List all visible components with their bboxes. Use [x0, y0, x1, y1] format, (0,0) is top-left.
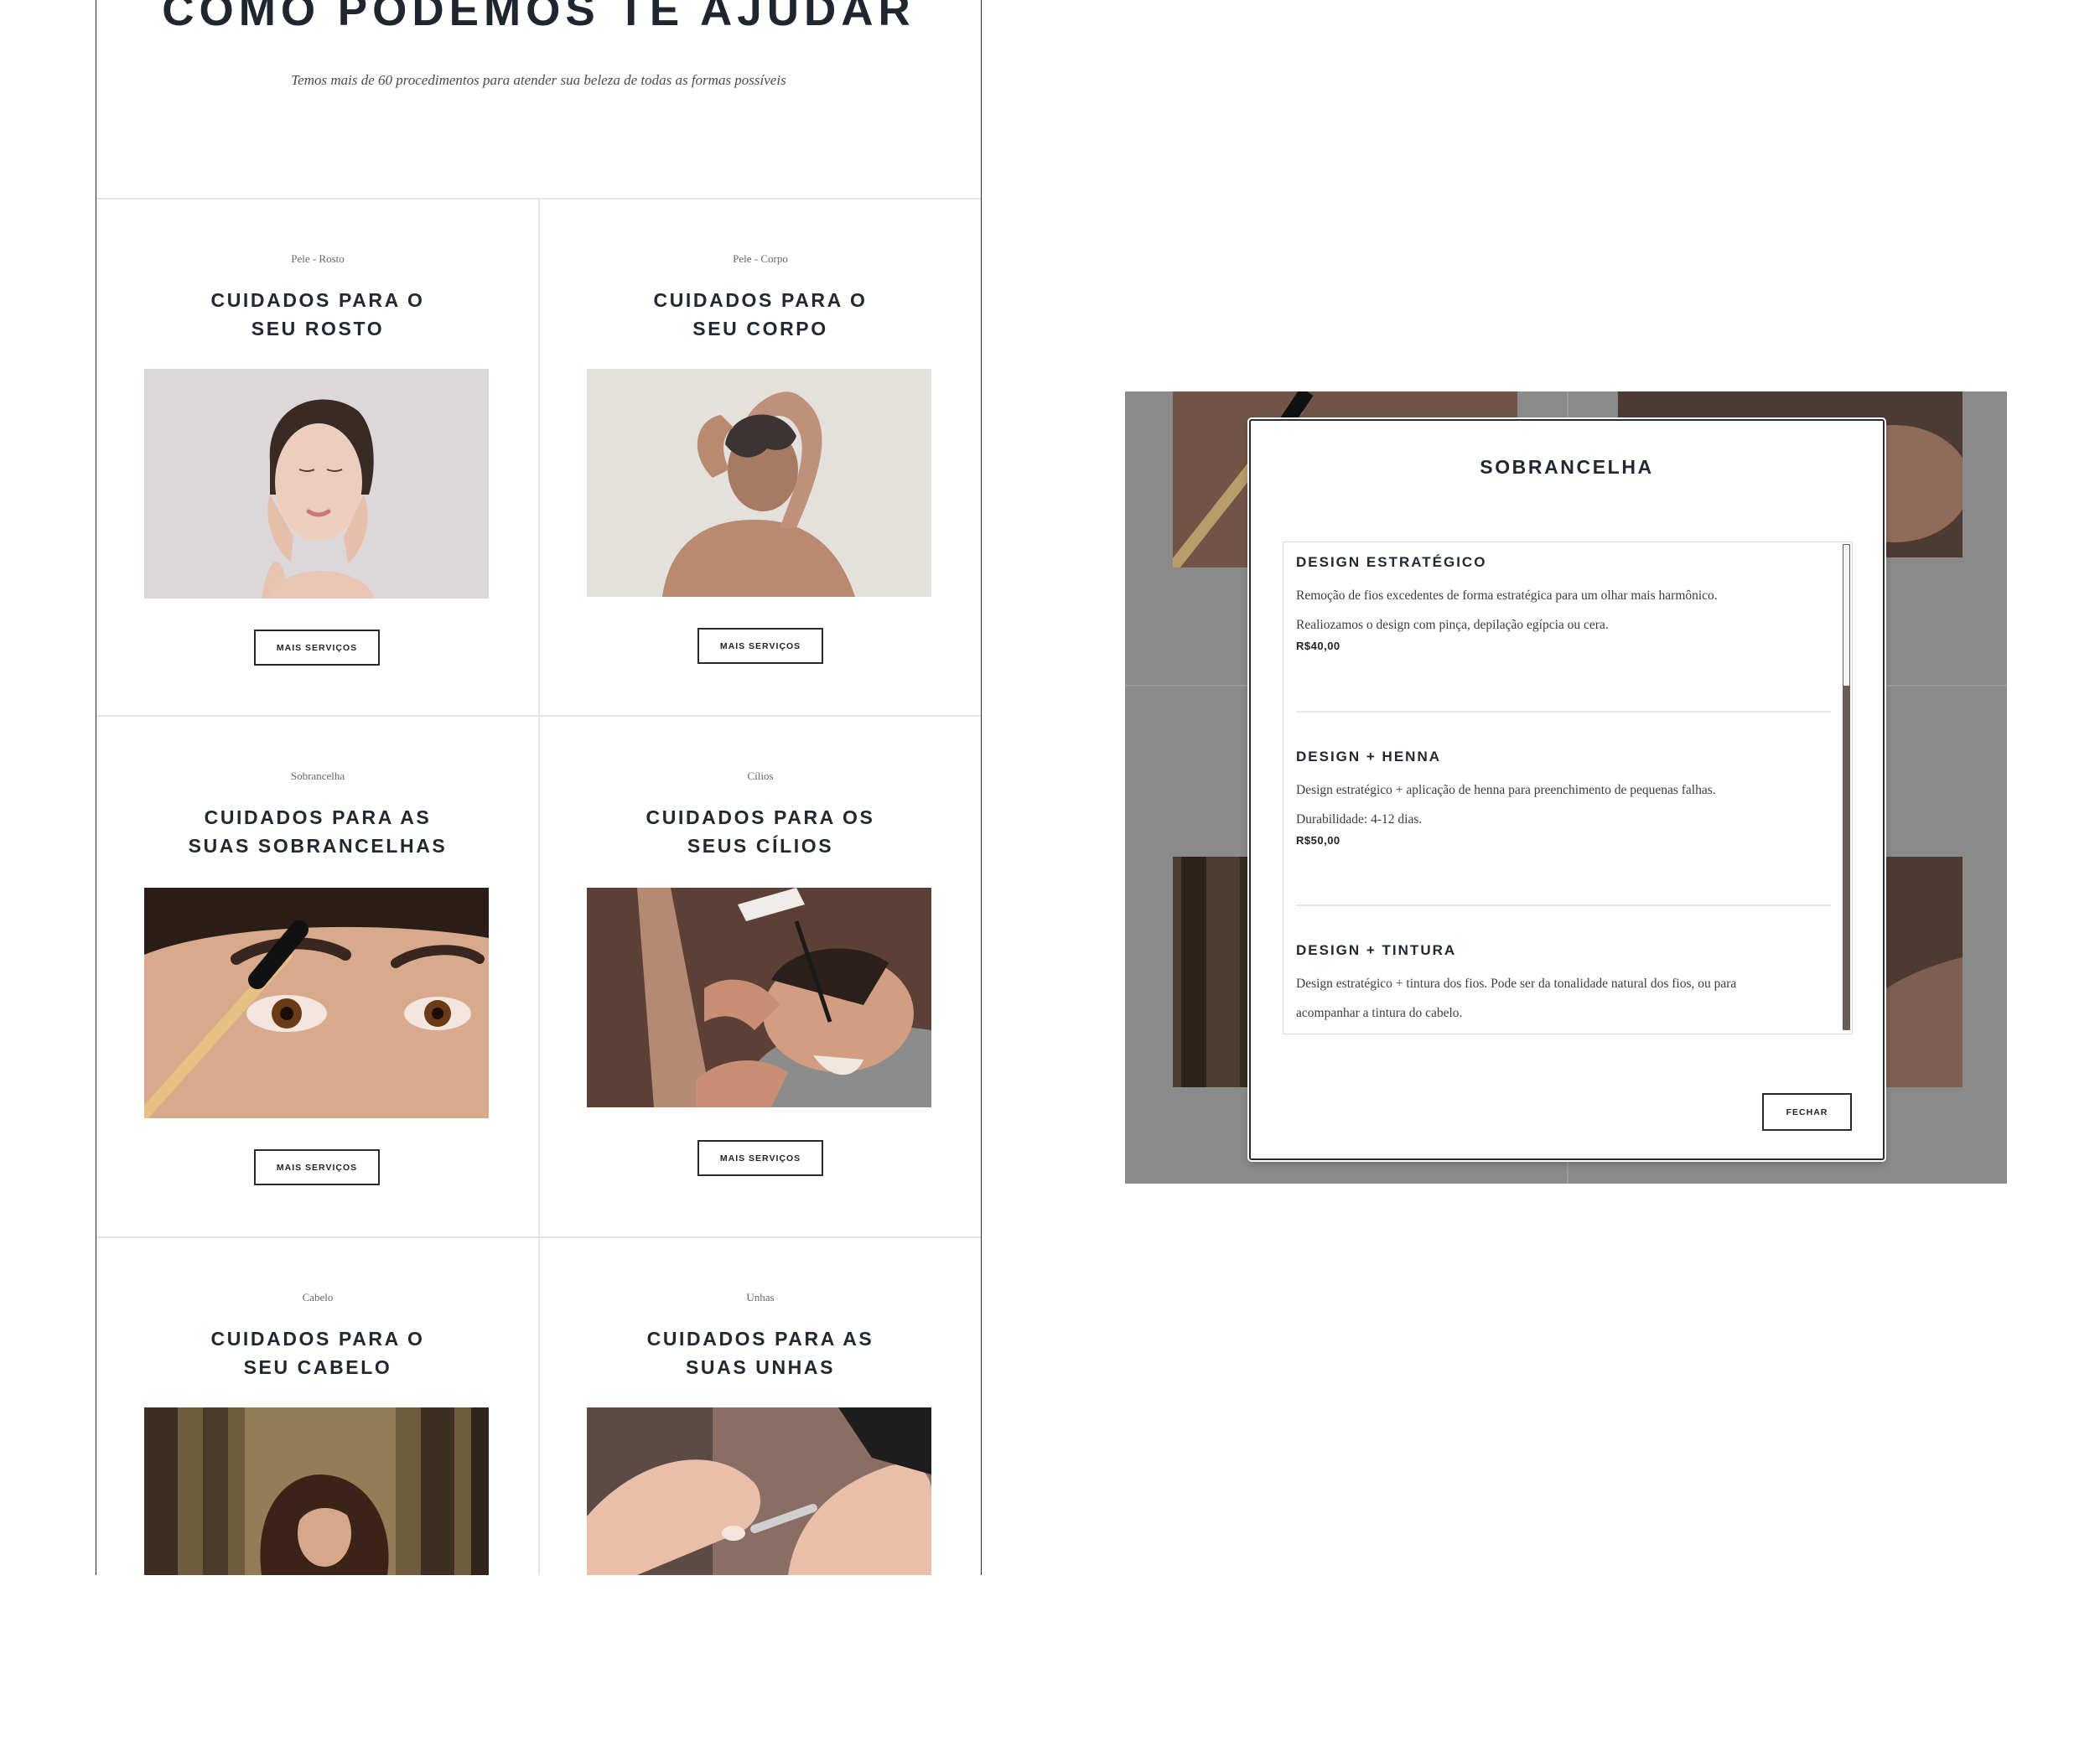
card-title: CUIDADOS PARA O SEU CORPO [653, 289, 868, 339]
card-title: CUIDADOS PARA OS SEUS CÍLIOS [646, 806, 875, 857]
service-card-eyebrow: Sobrancelha CUIDADOS PARA AS SUAS SOBRAN… [96, 716, 539, 1236]
modal-title: SOBRANCELHA [1480, 456, 1654, 478]
service-description: Realiozamos o design com pinça, depilaçã… [1296, 618, 1609, 632]
card-category: Cabelo [302, 1291, 334, 1303]
card-title: CUIDADOS PARA AS SUAS UNHAS [646, 1328, 874, 1378]
service-price: R$40,00 [1296, 640, 1340, 652]
service-description: Design estratégico + tintura dos fios. P… [1296, 977, 1737, 991]
service-description: Design estratégico + aplicação de henna … [1296, 783, 1716, 797]
service-divider [1296, 904, 1831, 906]
more-services-button[interactable]: MAIS SERVIÇOS [254, 1149, 380, 1185]
service-item: DESIGN + TINTURA Design estratégico + ti… [1296, 942, 1833, 1028]
body-care-photo [587, 369, 931, 597]
hair-forest-photo [144, 1407, 489, 1575]
service-name: DESIGN + TINTURA [1296, 942, 1457, 958]
card-title: CUIDADOS PARA O SEU CABELO [210, 1328, 425, 1378]
service-card-hair: Cabelo CUIDADOS PARA O SEU CABELO [96, 1237, 539, 1757]
eyelash-extension-photo [587, 888, 931, 1107]
eyebrow-brush-photo [144, 888, 489, 1118]
service-card-body: Pele - Corpo CUIDADOS PARA O SEU CORPO M… [539, 199, 982, 718]
modal-scrollbar-thumb[interactable] [1843, 545, 1849, 686]
card-category: Unhas [746, 1291, 775, 1303]
more-services-button[interactable]: MAIS SERVIÇOS [254, 630, 380, 666]
page-subtitle: Temos mais de 60 procedimentos para aten… [291, 72, 786, 88]
card-category: Pele - Rosto [291, 252, 345, 265]
service-card-eyelash: Cílios CUIDADOS PARA OS SEUS CÍLIOS MAIS… [539, 716, 982, 1236]
service-price: R$50,00 [1296, 834, 1340, 847]
service-item: DESIGN ESTRATÉGICO Remoção de fios exced… [1296, 554, 1833, 652]
nail-care-photo [587, 1407, 931, 1575]
service-description: Remoção de fios excedentes de forma estr… [1296, 588, 1718, 603]
page-title: COMO PODEMOS TE AJUDAR [162, 0, 915, 35]
more-services-button[interactable]: MAIS SERVIÇOS [697, 1140, 823, 1176]
service-name: DESIGN + HENNA [1296, 749, 1441, 764]
card-category: Pele - Corpo [733, 252, 788, 265]
services-modal: SOBRANCELHA DESIGN ESTRATÉGICO Remoção d… [1249, 419, 1885, 1160]
close-button[interactable]: FECHAR [1762, 1093, 1852, 1131]
card-title: CUIDADOS PARA AS SUAS SOBRANCELHAS [188, 806, 448, 857]
more-services-button[interactable]: MAIS SERVIÇOS [697, 628, 823, 664]
modal-service-list[interactable]: DESIGN ESTRATÉGICO Remoção de fios exced… [1283, 542, 1853, 1034]
card-title: CUIDADOS PARA O SEU ROSTO [210, 289, 425, 339]
service-item: DESIGN + HENNA Design estratégico + apli… [1296, 749, 1833, 847]
service-divider [1296, 711, 1831, 713]
services-page: COMO PODEMOS TE AJUDAR Temos mais de 60 … [96, 0, 982, 1575]
service-card-nails: Unhas CUIDADOS PARA AS SUAS UNHAS [539, 1237, 982, 1757]
service-description: Durabilidade: 4-12 dias. [1296, 812, 1423, 827]
face-skincare-photo [144, 369, 489, 599]
service-name: DESIGN ESTRATÉGICO [1296, 554, 1487, 570]
card-category: Sobrancelha [290, 770, 345, 782]
service-description: acompanhar a tintura do cabelo. [1296, 1006, 1463, 1020]
service-card-face: Pele - Rosto CUIDADOS PARA O SEU ROSTO M… [96, 199, 539, 718]
card-category: Cílios [747, 770, 774, 782]
